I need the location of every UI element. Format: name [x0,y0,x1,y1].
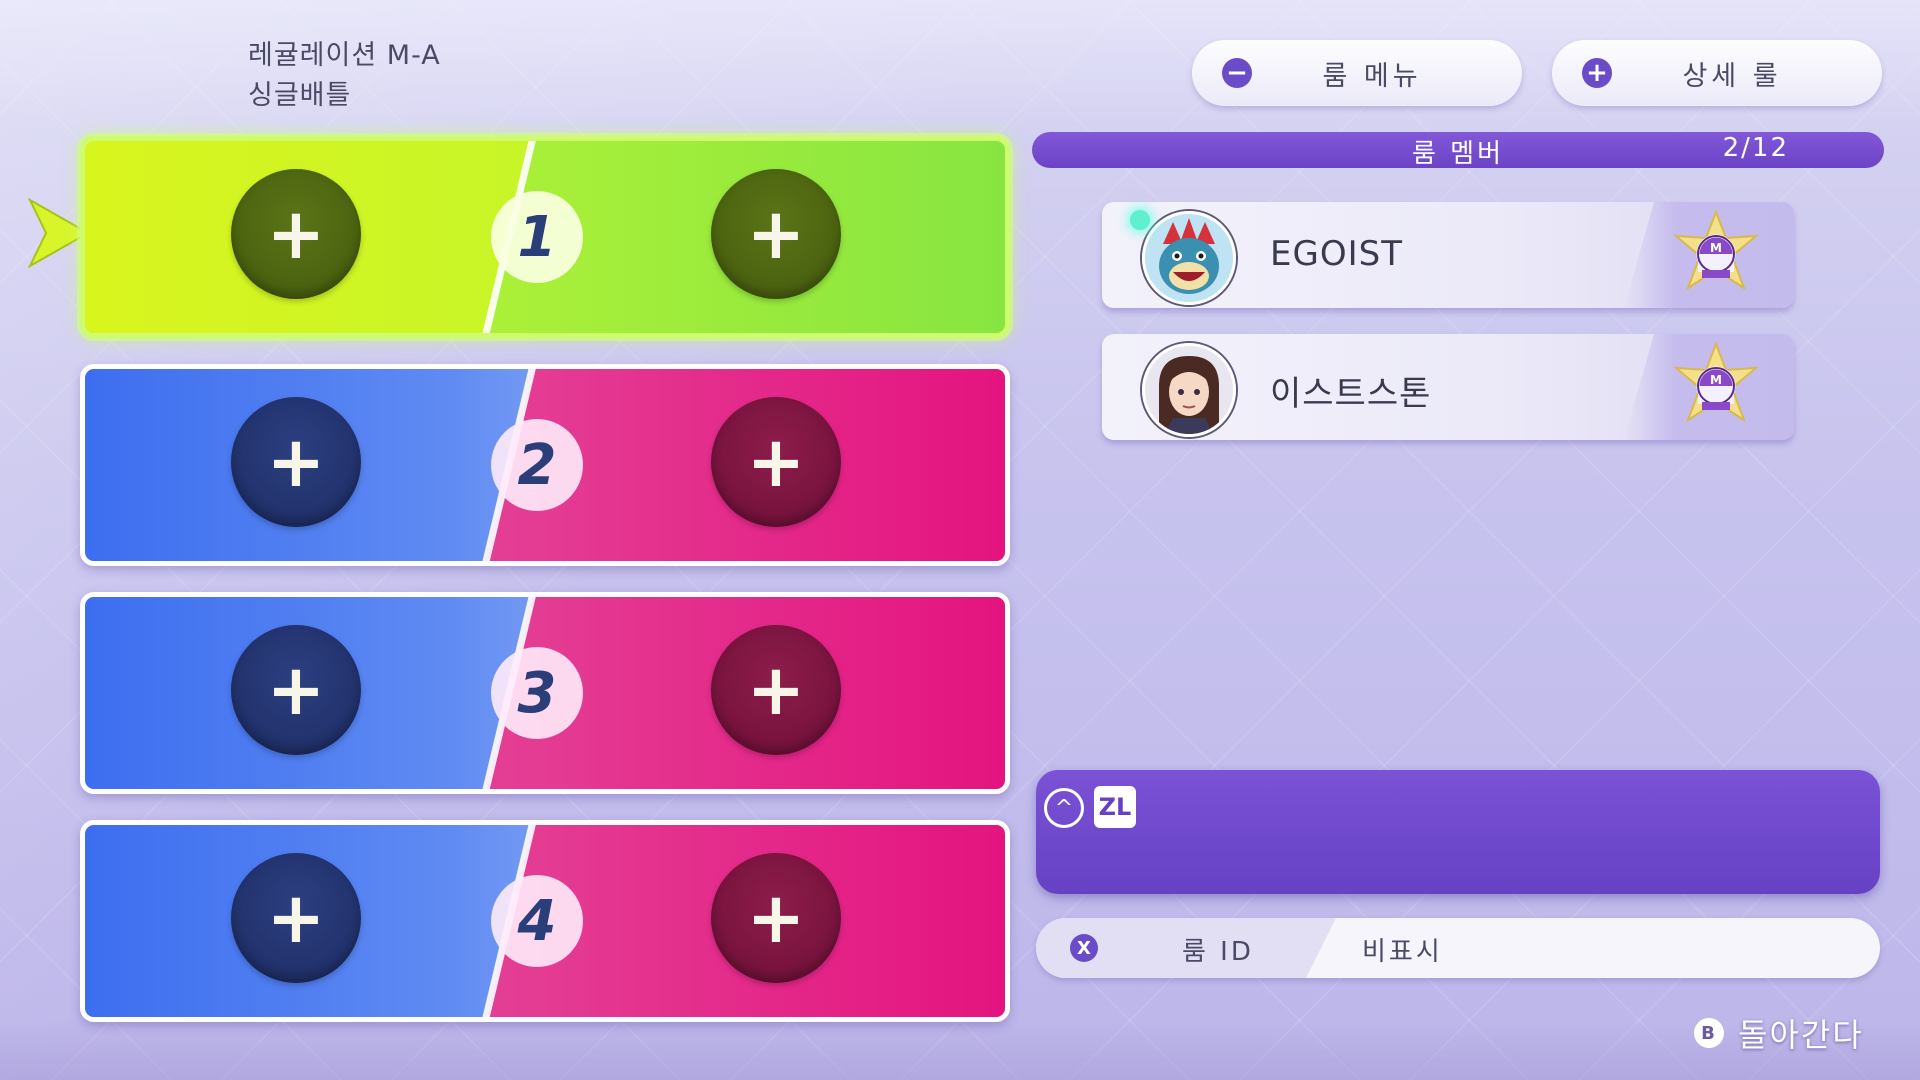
battle-slot-1[interactable]: + 1 + [80,136,1010,338]
add-player-right-button[interactable]: + [711,625,841,755]
x-button-icon: X [1070,934,1098,962]
regulation-label: 레귤레이션 M-A [248,40,441,71]
trainer-girl-avatar [1142,343,1236,437]
master-ball-rank-badge: M [1668,340,1764,436]
zl-button-icon: ZL [1094,786,1136,828]
slot-number: 1 [491,191,583,283]
room-id-bar[interactable]: X 룸 ID 비표시 [1036,918,1880,978]
master-ball-rank-badge: M [1668,208,1764,304]
svg-text:M: M [1710,373,1722,387]
room-members-header: 룸 멤버 2/12 [1032,132,1884,169]
add-player-left-button[interactable]: + [231,397,361,527]
svg-text:M: M [1710,241,1722,255]
add-player-left-button[interactable]: + [231,625,361,755]
detail-rules-label: 상세 룰 [1682,60,1782,92]
back-button[interactable]: B 돌아간다 [1694,1010,1864,1056]
online-status-indicator [1130,210,1150,230]
b-button-icon: B [1694,1018,1724,1048]
member-name: 이스트스톤 [1270,374,1432,414]
room-id-value: 비표시 [1362,937,1443,967]
member-name: EGOIST [1270,234,1403,274]
back-label: 돌아간다 [1738,1016,1864,1054]
slot-number: 3 [491,647,583,739]
battle-slot-3[interactable]: + 3 + [80,592,1010,794]
room-id-label: 룸 ID [1182,937,1254,967]
add-player-left-button[interactable]: + [231,169,361,299]
slot-number: 4 [491,875,583,967]
add-player-right-button[interactable]: + [711,397,841,527]
add-player-right-button[interactable]: + [711,853,841,983]
battle-format-label: 싱글배틀 [248,80,352,111]
room-members-count: 2/12 [1722,133,1789,163]
bottom-haze [0,1020,1920,1080]
battle-slot-2[interactable]: + 2 + [80,364,1010,566]
member-card-egoist[interactable]: EGOIST M [1102,202,1794,308]
room-menu-button[interactable]: − 룸 메뉴 [1192,40,1522,106]
detail-rules-button[interactable]: + 상세 룰 [1552,40,1882,106]
add-player-right-button[interactable]: + [711,169,841,299]
feraligatr-avatar [1142,211,1236,305]
rules-header: 레귤레이션 M-A 싱글배틀 [248,36,441,116]
battle-slot-4[interactable]: + 4 + [80,820,1010,1022]
add-player-left-button[interactable]: + [231,853,361,983]
member-card-eaststone[interactable]: 이스트스톤 M [1102,334,1794,440]
room-menu-label: 룸 메뉴 [1322,60,1422,92]
chevron-up-icon: ^ [1044,788,1084,828]
minus-icon: − [1222,58,1252,88]
slot-number: 2 [491,419,583,511]
chat-message-panel[interactable]: ^ ZL [1036,770,1880,894]
plus-icon: + [1582,58,1612,88]
